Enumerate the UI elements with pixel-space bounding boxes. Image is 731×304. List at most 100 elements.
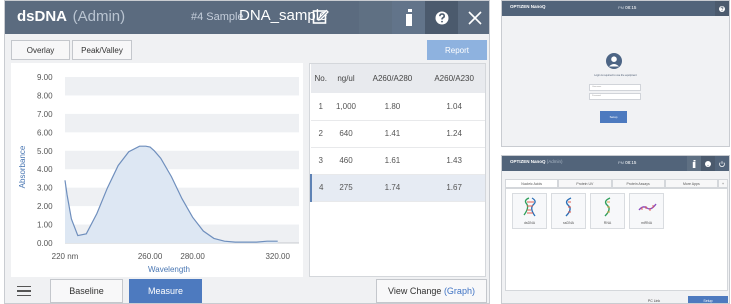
- sample-tube-icon: [405, 8, 412, 26]
- help-button[interactable]: [425, 1, 458, 34]
- username-field[interactable]: Username: [589, 84, 641, 91]
- mirna-icon: [638, 203, 657, 211]
- x-tick-label: 260.00: [138, 252, 163, 261]
- tab-add-button[interactable]: +: [718, 179, 728, 188]
- login-setup-button[interactable]: Setup: [600, 111, 627, 123]
- y-axis-label: Absorbance: [18, 145, 27, 188]
- home-clock: PM 08:15: [618, 160, 636, 165]
- grid-band: [65, 77, 299, 96]
- tile-label: dsDNA: [523, 221, 536, 225]
- tab-protein-assays[interactable]: Protein Assays: [611, 179, 665, 188]
- table-header-cell: No.: [311, 64, 331, 93]
- y-tick-label: 1.00: [37, 221, 53, 230]
- main-window: dsDNA (Admin) #4 Sample DNA_sample Overl…: [4, 0, 490, 304]
- overlay-button[interactable]: Overlay: [11, 40, 70, 60]
- table-cell: 1.61: [361, 147, 424, 175]
- app-title-name: dsDNA: [17, 8, 67, 25]
- close-button[interactable]: [458, 1, 489, 34]
- table-cell: 1.41: [361, 120, 424, 148]
- tab-nucleic-acids[interactable]: Nucleic Acids: [505, 179, 559, 188]
- login-clock: PM 08:15: [618, 5, 636, 10]
- results-table-panel: No. ng/ul A260/A280 A260/A230 1 1,000 1.80 1.0…: [309, 63, 486, 277]
- edit-icon[interactable]: [312, 8, 329, 25]
- sample-number: #4 Sample: [191, 11, 244, 23]
- x-axis-label: Wavelength: [148, 265, 190, 274]
- spectrum-chart: 0.00 1.00 2.00 3.00 4.00 5.00 6.00 7.00 8.00 9.00…: [18, 73, 299, 274]
- table-row[interactable]: 1 1,000 1.80 1.04: [311, 93, 485, 121]
- view-change-label: View Change: [388, 286, 442, 296]
- tile-rna[interactable]: RNA: [590, 193, 625, 229]
- tile-dsdna[interactable]: dsDNA: [512, 193, 547, 229]
- table-row[interactable]: 4 275 1.74 1.67: [309, 174, 485, 202]
- table-header-cell: ng/ul: [330, 64, 362, 93]
- tile-mirna[interactable]: miRNA: [629, 193, 664, 229]
- table-header-row: No. ng/ul A260/A280 A260/A230: [311, 64, 485, 93]
- home-tab-bar: Nucleic Acids Protein UV Protein Assays …: [505, 179, 728, 188]
- table-row[interactable]: 2 640 1.41 1.24: [311, 120, 485, 148]
- table-cell: 1.43: [423, 147, 485, 175]
- peak-valley-button[interactable]: Peak/Valley: [72, 40, 132, 60]
- home-clock-period: PM: [618, 160, 624, 165]
- home-title-bar: OPTIZEN NanoQ (Admin) PM 08:15: [502, 156, 729, 171]
- app-title-role: (Admin): [72, 8, 126, 25]
- pc-link-button[interactable]: PC Link: [635, 296, 673, 303]
- table-row[interactable]: 3 460 1.61 1.43: [311, 147, 485, 175]
- table-header-cell: A260/A280: [361, 64, 424, 93]
- y-tick-label: 3.00: [37, 184, 53, 193]
- menu-icon: [17, 290, 31, 292]
- table-cell: 1: [311, 93, 331, 121]
- table-cell: 1.67: [423, 174, 485, 202]
- menu-icon: [17, 294, 31, 297]
- table-cell: 1.74: [361, 174, 424, 202]
- x-tick-label: 220 nm: [52, 252, 79, 261]
- view-change-mode: (Graph): [443, 286, 475, 296]
- home-footer: PC Link Setup: [502, 296, 729, 303]
- close-icon: [467, 10, 482, 25]
- baseline-button[interactable]: Baseline: [50, 279, 123, 303]
- y-tick-label: 5.00: [37, 147, 53, 156]
- home-help-button[interactable]: [701, 156, 715, 171]
- login-brand: OPTIZEN NanoQ: [510, 4, 546, 9]
- home-tube-button[interactable]: [687, 156, 701, 171]
- menu-icon: [17, 285, 31, 288]
- user-avatar-icon: [606, 53, 622, 69]
- password-field[interactable]: Password: [589, 93, 641, 100]
- home-screen-thumbnail: OPTIZEN NanoQ (Admin) PM 08:15 Nucleic A…: [501, 155, 730, 304]
- app-title: dsDNA (Admin): [17, 8, 125, 25]
- grid-band: [65, 150, 299, 170]
- toolbar-blank-slot: [359, 1, 392, 34]
- report-button[interactable]: Report: [427, 40, 487, 60]
- table-header-cell: A260/A230: [423, 64, 485, 93]
- y-tick-label: 0.00: [37, 239, 53, 248]
- title-bar: dsDNA (Admin) #4 Sample DNA_sample: [5, 1, 489, 34]
- sample-tube-icon: [692, 159, 696, 168]
- tab-protein-uv[interactable]: Protein UV: [558, 179, 612, 188]
- table-cell: 4: [309, 174, 331, 202]
- help-icon: [719, 5, 725, 12]
- login-clock-period: PM: [618, 5, 624, 10]
- tile-label: ssDNA: [563, 221, 574, 225]
- table-cell: 460: [330, 147, 362, 175]
- dsdna-icon: [523, 197, 536, 217]
- login-title-bar: OPTIZEN NanoQ PM 08:15: [502, 1, 729, 16]
- results-table: No. ng/ul A260/A280 A260/A230 1 1,000 1.80 1.0…: [309, 64, 485, 202]
- table-cell: 1.04: [423, 93, 485, 121]
- sample-tube-button[interactable]: [392, 1, 425, 34]
- table-cell: 1.80: [361, 93, 424, 121]
- home-power-button[interactable]: [715, 156, 729, 171]
- view-change-button[interactable]: View Change (Graph): [376, 279, 487, 303]
- grid-band: [65, 113, 299, 133]
- login-help-button[interactable]: [715, 1, 729, 16]
- home-brand-name: OPTIZEN NanoQ: [510, 159, 546, 164]
- chart-toolbar: Overlay Peak/Valley Report: [5, 34, 489, 63]
- measure-button[interactable]: Measure: [129, 279, 202, 303]
- table-cell: 640: [330, 120, 362, 148]
- help-icon: [705, 160, 711, 167]
- table-cell: 2: [311, 120, 331, 148]
- tile-ssdna[interactable]: ssDNA: [551, 193, 586, 229]
- tab-more-apps[interactable]: More Apps: [664, 179, 718, 188]
- home-setup-button[interactable]: Setup: [688, 296, 728, 303]
- help-icon: [435, 11, 448, 24]
- menu-button[interactable]: [11, 280, 37, 302]
- table-cell: 1.24: [423, 120, 485, 148]
